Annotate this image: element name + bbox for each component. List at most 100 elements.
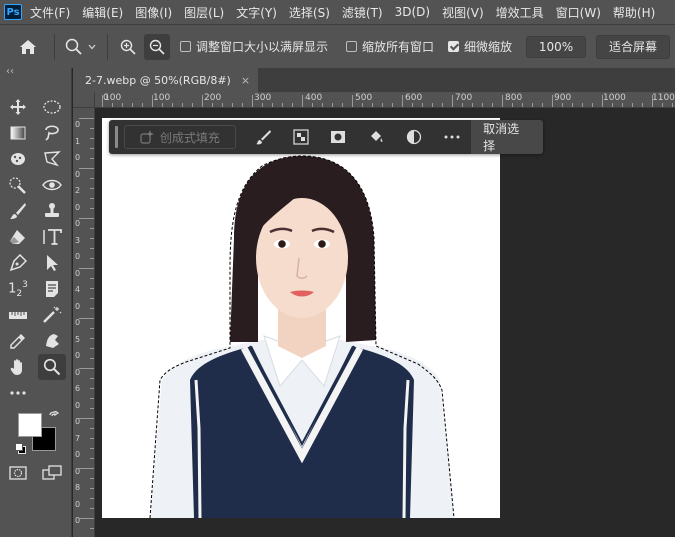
resize-windows-checkbox[interactable]: 调整窗口大小以满屏显示 [180, 38, 328, 55]
home-button[interactable] [8, 39, 48, 55]
ruler-tool[interactable] [4, 302, 32, 328]
ruler-tick [90, 378, 94, 379]
ruler-tick [90, 138, 94, 139]
screen-mode-button[interactable] [38, 460, 66, 486]
move-tool[interactable] [4, 94, 32, 120]
ruler-tick [422, 103, 423, 107]
mask-button[interactable] [320, 120, 358, 154]
zoom-tool[interactable] [38, 354, 66, 380]
ruler-tick [562, 103, 563, 107]
menu-filter[interactable]: 滤镜(T) [342, 4, 383, 21]
lasso-tool[interactable] [38, 120, 66, 146]
zoom-percent-field[interactable]: 100% [526, 35, 587, 58]
ruler-tick [322, 103, 323, 107]
ruler-tick [242, 103, 243, 107]
zoom-all-windows-checkbox[interactable]: 缩放所有窗口 [346, 38, 434, 55]
ruler-tick [572, 103, 573, 107]
ruler-tick [582, 103, 583, 107]
more-options-button[interactable] [433, 120, 471, 154]
menu-file[interactable]: 文件(F) [30, 4, 70, 21]
polygonal-lasso-tool[interactable] [38, 146, 66, 172]
menu-help[interactable]: 帮助(H) [613, 4, 655, 21]
adjustment-layer-button[interactable] [395, 120, 433, 154]
quick-mask-button[interactable] [4, 460, 32, 486]
quick-selection-tool[interactable] [4, 172, 32, 198]
resize-windows-label: 调整窗口大小以满屏显示 [196, 40, 329, 54]
transform-selection-button[interactable] [282, 120, 320, 154]
vertical-ruler[interactable]: 0100200300400500600700800 [73, 108, 95, 537]
canvas-area[interactable]: 创成式填充 取消选择 [95, 108, 675, 537]
checkbox-box[interactable] [180, 41, 191, 52]
checkbox-box-checked[interactable] [448, 41, 460, 52]
ruler-label: 0 [75, 499, 81, 509]
ruler-tick [90, 148, 94, 149]
half-circle-icon [407, 129, 422, 145]
modify-selection-button[interactable] [244, 120, 282, 154]
menu-3d[interactable]: 3D(D) [395, 5, 430, 19]
menu-type[interactable]: 文字(Y) [236, 4, 277, 21]
ruler-tick [172, 103, 173, 107]
document-canvas[interactable] [102, 118, 500, 518]
default-colors-icon[interactable] [15, 443, 26, 454]
ruler-label: 500 [355, 93, 373, 103]
zoom-in-button[interactable] [114, 34, 142, 60]
count-tool[interactable]: 123 [4, 276, 32, 302]
menu-image[interactable]: 图像(I) [135, 4, 172, 21]
clone-stamp-tool[interactable] [38, 198, 66, 224]
collapse-panel-icon[interactable]: ‹‹ [6, 66, 14, 77]
ruler-tick [90, 128, 94, 129]
options-bar: 调整窗口大小以满屏显示 缩放所有窗口 细微缩放 100% 适合屏幕 [0, 24, 675, 68]
eraser-tool[interactable] [4, 224, 32, 250]
ruler-tick [542, 103, 543, 107]
path-selection-tool[interactable] [38, 250, 66, 276]
fill-selection-button[interactable] [357, 120, 395, 154]
zoom-tool-preset-picker[interactable] [61, 38, 101, 56]
brush-tool[interactable] [4, 198, 32, 224]
type-tool[interactable] [38, 224, 66, 250]
paint-bucket-icon [371, 131, 383, 142]
document-tab[interactable]: 2-7.webp @ 50%(RGB/8#) × [73, 68, 259, 92]
close-icon[interactable]: × [241, 74, 250, 87]
menu-select[interactable]: 选择(S) [289, 4, 330, 21]
drag-handle[interactable] [115, 126, 118, 148]
menu-window[interactable]: 窗口(W) [556, 4, 601, 21]
ellipse-marquee-icon [43, 100, 61, 114]
ruler-tick [79, 368, 94, 369]
ruler-corner[interactable] [73, 92, 95, 108]
gradient-tool[interactable] [4, 120, 32, 146]
move-icon [10, 99, 26, 115]
menu-layer[interactable]: 图层(L) [184, 4, 224, 21]
ruler-tick [282, 103, 283, 107]
swap-colors-icon[interactable] [48, 411, 60, 423]
generative-fill-button[interactable]: 创成式填充 [123, 125, 236, 149]
ruler-tick [672, 103, 673, 107]
puppet-warp-tool[interactable] [38, 328, 66, 354]
menu-view[interactable]: 视图(V) [442, 4, 484, 21]
zoom-out-button[interactable] [144, 33, 170, 60]
elliptical-marquee-tool[interactable] [38, 94, 66, 120]
pen-tool[interactable] [4, 250, 32, 276]
foreground-color-swatch[interactable] [18, 413, 42, 437]
deselect-button[interactable]: 取消选择 [471, 120, 544, 154]
horizontal-ruler[interactable]: 100 0 100 200 300 400 500 600 700 800 90… [95, 92, 675, 108]
checkbox-box[interactable] [346, 41, 358, 52]
magic-wand-tool[interactable] [38, 302, 66, 328]
fit-screen-button[interactable]: 适合屏幕 [596, 34, 671, 59]
object-selection-tool[interactable] [4, 146, 32, 172]
zoom-in-icon [120, 39, 136, 55]
ruler-tick [90, 438, 94, 439]
ruler-tick [162, 103, 163, 107]
ruler-tick [352, 95, 353, 107]
menu-plugins[interactable]: 增效工具 [496, 4, 544, 21]
eyedropper-tool[interactable] [4, 328, 32, 354]
edit-toolbar-button[interactable] [4, 380, 32, 406]
red-eye-tool[interactable] [38, 172, 66, 198]
note-tool[interactable] [38, 276, 66, 302]
menu-edit[interactable]: 编辑(E) [82, 4, 123, 21]
scrubby-zoom-checkbox[interactable]: 细微缩放 [448, 38, 512, 55]
ruler-tick [382, 103, 383, 107]
hand-tool[interactable] [4, 354, 32, 380]
ruler-tick [79, 318, 94, 319]
ruler-tick [392, 103, 393, 107]
ruler-tick [90, 348, 94, 349]
